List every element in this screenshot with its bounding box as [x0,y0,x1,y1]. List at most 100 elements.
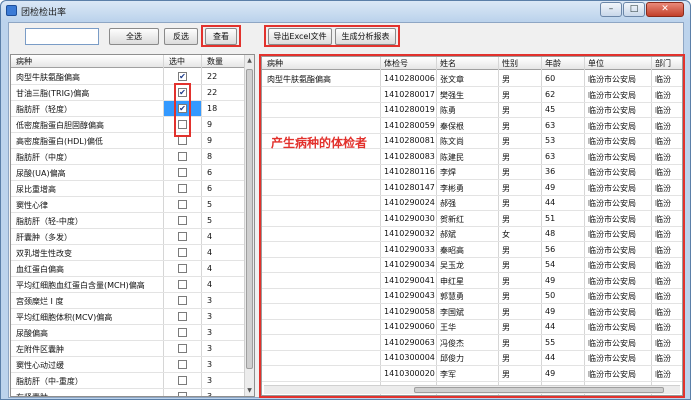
disease-row[interactable]: 脂肪肝（轻度） ✔ 18 [11,101,246,117]
invert-select-button[interactable]: 反选 [164,28,198,45]
result-row[interactable]: 1410290030 贺新红 男 51 临汾市公安局 临汾 [262,211,682,227]
col-selected-header[interactable]: 选中 [169,56,185,67]
col-r-dept-header[interactable]: 部门 [655,58,671,69]
select-all-button[interactable]: 全选 [109,28,159,45]
row-checkbox[interactable]: ✔ [178,72,187,81]
disease-row[interactable]: 尿比重增高 6 [11,181,246,197]
row-checkbox[interactable] [178,312,187,321]
scroll-up-icon[interactable]: ▲ [245,56,254,65]
disease-row[interactable]: 脂肪肝（中-重度） 3 [11,373,246,389]
disease-row[interactable]: 左附件区囊肿 3 [11,341,246,357]
disease-name: 肝囊肿（多发） [16,233,72,242]
row-checkbox[interactable] [178,232,187,241]
exam-id: 1410290033 [384,244,435,254]
disease-row[interactable]: 双乳增生性改变 4 [11,245,246,261]
exam-id: 1410280017 [384,89,435,99]
generate-report-button[interactable]: 生成分析报表 [335,28,396,45]
person-name: 邱俊力 [440,354,464,363]
scroll-down-icon[interactable]: ▼ [245,386,254,395]
disease-row[interactable]: 宫颈糜烂 I 度 3 [11,293,246,309]
scroll-thumb[interactable] [246,69,253,369]
result-row[interactable]: 1410280116 李焊 男 36 临汾市公安局 临汾 [262,164,682,180]
disease-row[interactable]: 平均红细胞体积(MCV)偏高 3 [11,309,246,325]
result-row[interactable]: 1410280017 樊强生 男 62 临汾市公安局 临汾 [262,87,682,103]
person-sex: 女 [502,230,510,239]
col-r-id-header[interactable]: 体检号 [384,58,408,69]
person-dept: 临汾 [655,214,671,224]
row-checkbox[interactable] [178,360,187,369]
result-row[interactable]: 1410290041 申红星 男 49 临汾市公安局 临汾 [262,273,682,289]
disease-row[interactable]: 平均红细胞血红蛋白含量(MCH)偏高 4 [11,277,246,293]
disease-row[interactable]: 窦性心律 5 [11,197,246,213]
row-checkbox[interactable] [178,264,187,273]
result-row[interactable]: 1410290060 王华 男 44 临汾市公安局 临汾 [262,319,682,335]
view-button[interactable]: 查看 [205,28,237,45]
result-row[interactable]: 1410280059 秦保根 男 63 临汾市公安局 临汾 [262,118,682,134]
col-r-name-header[interactable]: 姓名 [440,58,456,69]
result-row[interactable]: 1410300020 李军 男 49 临汾市公安局 临汾 [262,366,682,382]
hscroll-thumb[interactable] [414,387,664,393]
result-row[interactable]: 1410280147 李彬勇 男 49 临汾市公安局 临汾 [262,180,682,196]
disease-row[interactable]: 血红蛋白偏高 4 [11,261,246,277]
col-r-age-header[interactable]: 年龄 [545,58,561,69]
disease-row[interactable]: 甘油三脂(TRIG)偏高 ✔ 22 [11,85,246,101]
row-checkbox[interactable] [178,376,187,385]
result-row[interactable]: 1410290024 郝强 男 44 临汾市公安局 临汾 [262,195,682,211]
row-checkbox[interactable] [178,168,187,177]
disease-name: 脂肪肝（中-重度） [16,377,83,386]
person-name: 李焊 [440,168,456,177]
disease-row[interactable]: 窦性心动过缓 3 [11,357,246,373]
person-age: 44 [545,353,556,362]
col-r-disease-header[interactable]: 病种 [267,58,283,69]
result-row[interactable]: 肉型牛肤氨酯偏高 1410280006 张文章 男 60 临汾市公安局 临汾 [262,71,682,87]
person-name: 陈建民 [440,152,464,162]
exam-id: 1410280147 [384,182,435,192]
disease-row[interactable]: 左肾囊肿 3 [11,389,246,396]
person-sex: 男 [502,245,510,255]
result-row[interactable]: 1410290043 郭慧勇 男 50 临汾市公安局 临汾 [262,288,682,304]
disease-row[interactable]: 尿酸偏高 3 [11,325,246,341]
row-checkbox[interactable] [178,216,187,225]
title-bar[interactable]: 团检检出率 – □ ✕ [1,1,690,21]
col-count-header[interactable]: 数量 [207,56,223,67]
disease-row[interactable]: 肉型牛肤氨酯偏高 ✔ 22 [11,69,246,85]
row-checkbox[interactable] [178,296,187,305]
disease-row[interactable]: 脂肪肝（中度） 8 [11,149,246,165]
disease-row[interactable]: 低密度脂蛋白胆固醇偏高 9 [11,117,246,133]
disease-name: 高密度脂蛋白(HDL)偏低 [16,137,103,146]
disease-row[interactable]: 脂肪肝（轻-中度） 5 [11,213,246,229]
maximize-icon[interactable]: □ [623,2,645,17]
result-row[interactable]: 1410290034 吴玉龙 男 54 临汾市公安局 临汾 [262,257,682,273]
search-input[interactable] [25,28,99,45]
result-row[interactable]: 1410290058 李国斌 男 49 临汾市公安局 临汾 [262,304,682,320]
row-checkbox[interactable] [178,328,187,337]
disease-row[interactable]: 尿酸(UA)偏高 6 [11,165,246,181]
row-checkbox[interactable] [178,344,187,353]
result-row[interactable]: 1410290063 冯俊杰 男 55 临汾市公安局 临汾 [262,335,682,351]
disease-row[interactable]: 肝囊肿（多发） 4 [11,229,246,245]
close-icon[interactable]: ✕ [646,2,684,17]
exam-id: 1410290032 [384,229,435,238]
result-row[interactable]: 1410300004 邱俊力 男 44 临汾市公安局 临汾 [262,350,682,366]
disease-row[interactable]: 高密度脂蛋白(HDL)偏低 9 [11,133,246,149]
minimize-icon[interactable]: – [600,2,622,17]
col-r-sex-header[interactable]: 性别 [502,58,518,69]
disease-count: 4 [207,280,213,289]
col-disease-header[interactable]: 病种 [16,56,32,67]
result-row[interactable]: 1410290033 秦昭高 男 56 临汾市公安局 临汾 [262,242,682,258]
person-dept: 临汾 [655,369,671,379]
row-checkbox[interactable] [178,200,187,209]
export-excel-button[interactable]: 导出Excel文件 [268,28,332,45]
result-row[interactable]: 1410290032 郝斌 女 48 临汾市公安局 临汾 [262,226,682,242]
row-checkbox[interactable] [178,280,187,289]
person-sex: 男 [502,276,510,286]
row-checkbox[interactable] [178,184,187,193]
col-r-org-header[interactable]: 单位 [588,58,604,69]
disease-grid-scrollbar[interactable]: ▲ ▼ [244,55,254,396]
result-grid-hscrollbar[interactable] [264,385,680,394]
row-checkbox[interactable] [178,136,187,145]
row-checkbox[interactable] [178,152,187,161]
result-row[interactable]: 1410280019 陈勇 男 45 临汾市公安局 临汾 [262,102,682,118]
row-checkbox[interactable] [178,248,187,257]
row-checkbox[interactable] [178,392,187,396]
